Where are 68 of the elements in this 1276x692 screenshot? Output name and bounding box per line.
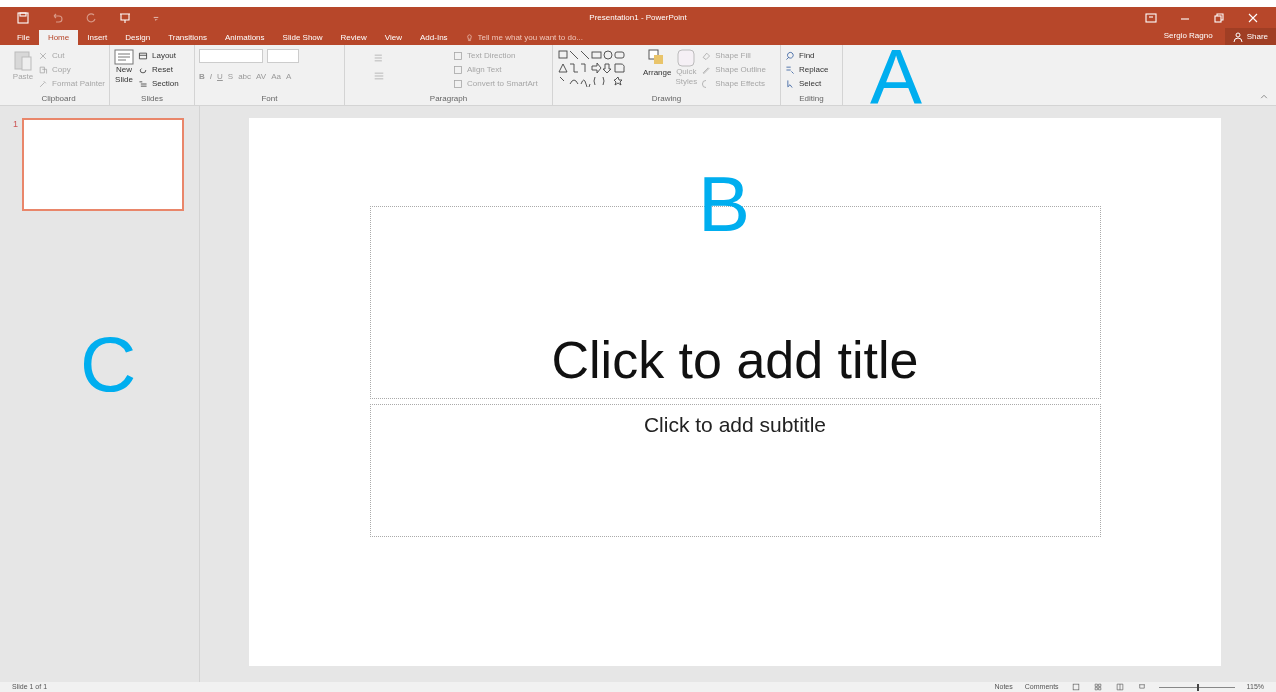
sorter-view-icon[interactable] (1092, 683, 1103, 691)
slide-thumbnail[interactable] (22, 118, 184, 211)
subtitle-placeholder[interactable]: Click to add subtitle (369, 404, 1101, 537)
ribbon-button[interactable]: Layout (138, 49, 179, 63)
ribbon-tab[interactable]: Review (331, 30, 376, 45)
collapse-ribbon-icon[interactable] (1260, 93, 1268, 101)
search-icon[interactable] (785, 51, 795, 61)
title-text: Click to add title (551, 334, 919, 386)
format-button[interactable]: I (209, 71, 212, 83)
font-name-field[interactable] (199, 49, 263, 63)
restore-icon[interactable] (1212, 10, 1226, 25)
normal-view-icon[interactable] (1070, 683, 1081, 691)
reset-icon[interactable] (138, 65, 148, 75)
tell-me-field[interactable]: Tell me what you want to do... (456, 30, 606, 45)
slide-number: 1 (12, 118, 18, 131)
subtitle-text: Click to add subtitle (643, 412, 827, 438)
format-button[interactable]: abc (238, 71, 252, 83)
annotation-letter: C (80, 325, 137, 403)
ribbon-tab[interactable]: Add-Ins (411, 30, 457, 45)
reading-view-icon[interactable] (1114, 683, 1125, 691)
group-label: Editing (798, 93, 825, 105)
user-name: Sergio Ragno (1163, 30, 1213, 42)
window-title: Presentation1 - PowerPoint (589, 11, 687, 24)
ribbon-tab[interactable]: Transitions (159, 30, 216, 45)
group-label: Clipboard (40, 93, 77, 105)
ribbon-display-icon[interactable] (1144, 10, 1158, 25)
ribbon-tab[interactable]: Design (116, 30, 160, 45)
section-icon[interactable] (138, 79, 148, 89)
slideshow-icon[interactable] (1136, 683, 1147, 691)
format-button[interactable]: A (285, 71, 292, 83)
format-button[interactable]: S (227, 71, 234, 83)
group-label: Slides (140, 93, 164, 105)
ribbon-button[interactable]: Find (785, 49, 829, 63)
ribbon-button[interactable]: Reset (138, 63, 179, 77)
ribbon-tab[interactable]: Home (38, 30, 79, 45)
layout-icon[interactable] (138, 51, 148, 61)
arrange-button[interactable]: Arrange (643, 49, 672, 79)
replace-icon[interactable] (785, 65, 795, 75)
ribbon-tab[interactable]: View (375, 30, 412, 45)
group-label: Font (260, 93, 279, 105)
lightbulb-icon[interactable] (464, 32, 474, 43)
ribbon-button[interactable]: Select (785, 77, 829, 91)
ribbon-tab[interactable]: Slide Show (273, 30, 332, 45)
ribbon-tab[interactable]: Animations (216, 30, 274, 45)
share-button[interactable]: Share (1224, 28, 1276, 45)
slide-icon (114, 49, 134, 65)
redo-icon[interactable] (84, 10, 98, 25)
person-icon (1232, 31, 1243, 42)
font-size-field[interactable] (267, 49, 299, 63)
format-button[interactable]: AV (256, 71, 267, 83)
paint-bucket-icon[interactable] (701, 51, 712, 61)
format-button[interactable]: Aa (271, 71, 281, 83)
clipboard-icon (14, 49, 33, 71)
annotation-letter: A (870, 38, 923, 116)
presentation-icon[interactable] (118, 10, 132, 25)
format-button[interactable]: U (217, 71, 223, 83)
zoom-thumb[interactable] (1196, 683, 1199, 691)
save-icon[interactable] (16, 10, 30, 25)
group-label: Drawing (650, 93, 683, 105)
ribbon-tab[interactable]: File (8, 30, 39, 45)
group-label: Paragraph (428, 93, 469, 105)
ribbon-button[interactable]: Section (138, 77, 179, 91)
cursor-icon[interactable] (785, 79, 795, 89)
ribbon-tab[interactable]: Insert (78, 30, 117, 45)
pencil-icon[interactable] (701, 65, 712, 75)
ribbon-button[interactable]: Replace (785, 63, 829, 77)
new-slide-button[interactable]: New Slide (114, 49, 134, 85)
quick-styles-icon (677, 49, 696, 67)
